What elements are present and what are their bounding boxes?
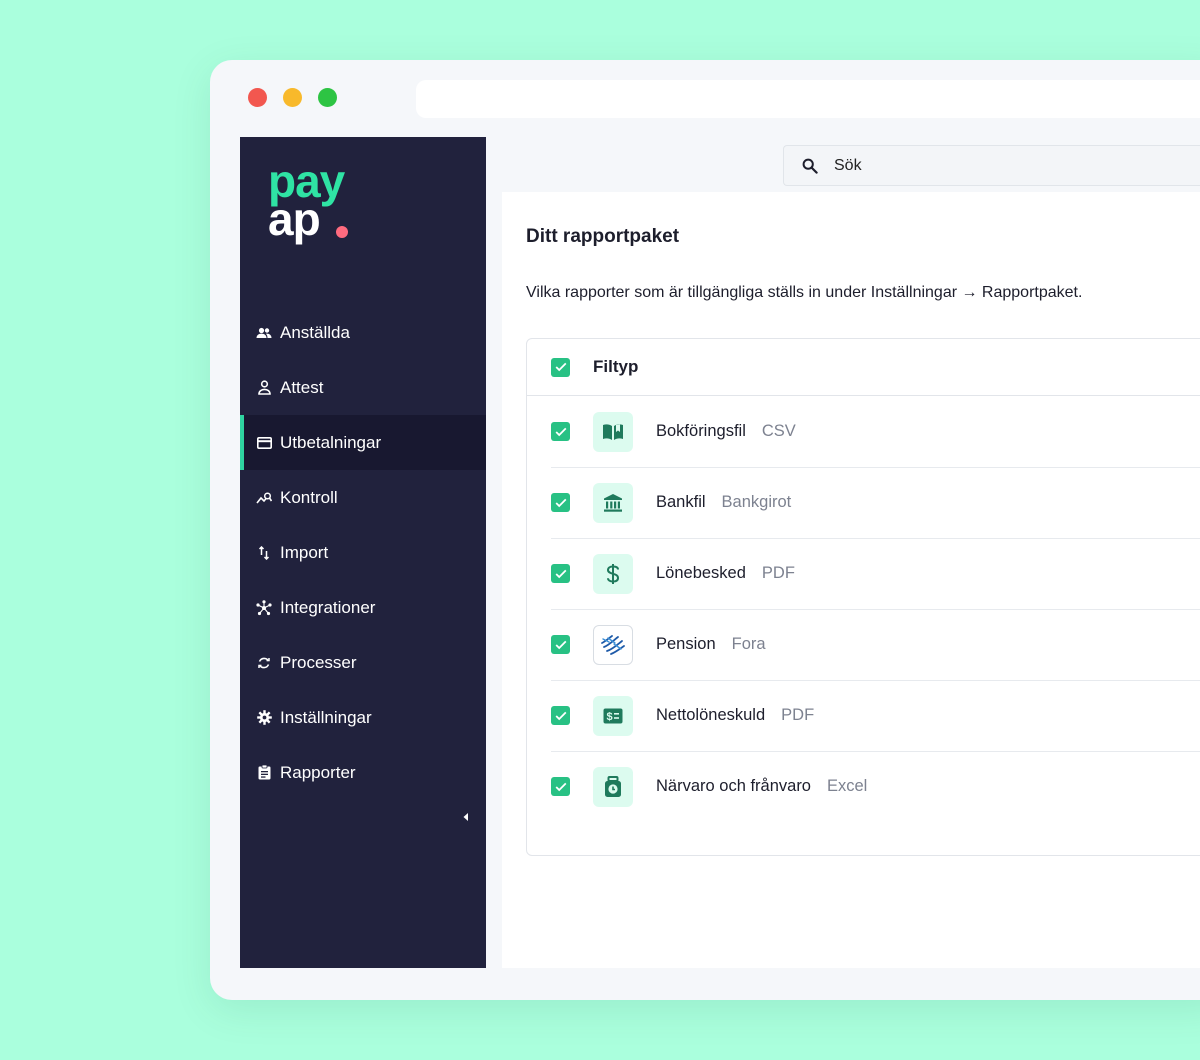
- trend-search-icon: [256, 490, 272, 506]
- sidebar-item-label: Processer: [280, 652, 357, 672]
- file-type: Fora: [731, 635, 766, 653]
- sidebar-item-label: Import: [280, 542, 329, 562]
- caret-left-icon: [463, 813, 468, 821]
- page-subtitle: Vilka rapporter som är tillgängliga stäl…: [526, 284, 1083, 301]
- sidebar-item-installningar[interactable]: Inställningar: [240, 690, 486, 745]
- sidebar-item-label: Utbetalningar: [280, 432, 382, 452]
- search-input[interactable]: [832, 155, 1136, 176]
- sync-icon: [256, 655, 272, 671]
- report-package-panel: Ditt rapportpaket Vilka rapporter som är…: [502, 192, 1200, 968]
- row-checkbox[interactable]: [551, 635, 570, 654]
- file-type: Bankgirot: [721, 493, 792, 511]
- table-row[interactable]: $ Nettolöneskuld PDF: [551, 680, 1200, 752]
- sidebar-item-label: Inställningar: [280, 707, 372, 727]
- file-type: PDF: [761, 564, 795, 582]
- table-row[interactable]: Pension Fora: [551, 609, 1200, 681]
- check-icon: [555, 640, 566, 649]
- table-row[interactable]: Bankfil Bankgirot: [551, 467, 1200, 539]
- sidebar-item-processer[interactable]: Processer: [240, 635, 486, 690]
- person-outline-icon: [256, 380, 272, 396]
- sidebar-item-label: Anställda: [280, 322, 350, 342]
- people-icon: [256, 325, 272, 341]
- page-title: Ditt rapportpaket: [526, 226, 680, 247]
- check-icon: [555, 782, 566, 791]
- row-checkbox[interactable]: [551, 422, 570, 441]
- check-icon: [555, 427, 566, 436]
- book-icon: [593, 411, 633, 452]
- sidebar-item-integrationer[interactable]: Integrationer: [240, 580, 486, 635]
- search-icon: [802, 158, 818, 174]
- money-bill-icon: $: [593, 695, 633, 736]
- file-type: CSV: [761, 422, 796, 440]
- table-row[interactable]: Bokföringsfil CSV: [551, 396, 1200, 468]
- table-header: Filtyp: [527, 339, 1200, 396]
- time-bag-icon: [593, 766, 633, 807]
- dollar-icon: [593, 553, 633, 594]
- address-bar[interactable]: [416, 80, 1200, 118]
- sidebar-item-label: Rapporter: [280, 762, 356, 782]
- table-row[interactable]: Lönebesked PDF: [551, 538, 1200, 610]
- sidebar-item-label: Integrationer: [280, 597, 376, 617]
- sidebar-item-utbetalningar[interactable]: Utbetalningar: [240, 415, 486, 470]
- check-icon: [555, 498, 566, 507]
- close-window-button[interactable]: [248, 88, 267, 107]
- file-name: Bankfil: [656, 493, 706, 511]
- sidebar-item-rapporter[interactable]: Rapporter: [240, 745, 486, 800]
- payap-logo[interactable]: pay ap: [268, 155, 378, 250]
- window-controls: [248, 88, 337, 107]
- file-name: Lönebesked: [656, 564, 746, 582]
- file-type-table: Filtyp Bokföringsfil CSV Bankfil Bankgir…: [526, 338, 1200, 856]
- search-bar[interactable]: [783, 145, 1200, 186]
- swap-vertical-icon: [256, 545, 272, 561]
- sidebar-item-kontroll[interactable]: Kontroll: [240, 470, 486, 525]
- sidebar: pay ap Anställda Attest Utbetalningar Ko…: [240, 137, 486, 968]
- check-icon: [555, 711, 566, 720]
- table-header-label: Filtyp: [593, 357, 639, 376]
- check-icon: [555, 362, 566, 372]
- hub-icon: [256, 599, 272, 616]
- sidebar-nav: Anställda Attest Utbetalningar Kontroll …: [240, 305, 486, 800]
- file-name: Pension: [656, 635, 716, 653]
- svg-text:$: $: [607, 711, 613, 723]
- collapse-sidebar-button[interactable]: [458, 809, 474, 825]
- maximize-window-button[interactable]: [318, 88, 337, 107]
- row-checkbox[interactable]: [551, 564, 570, 583]
- bank-icon: [593, 482, 633, 523]
- row-checkbox[interactable]: [551, 777, 570, 796]
- row-checkbox[interactable]: [551, 706, 570, 725]
- sidebar-item-import[interactable]: Import: [240, 525, 486, 580]
- file-name: Nettolöneskuld: [656, 706, 766, 724]
- table-row[interactable]: Närvaro och frånvaro Excel: [551, 751, 1200, 822]
- clipboard-icon: [256, 765, 272, 781]
- select-all-checkbox[interactable]: [551, 357, 570, 377]
- check-icon: [555, 569, 566, 578]
- sidebar-item-anstallda[interactable]: Anställda: [240, 305, 486, 360]
- file-name: Bokföringsfil: [656, 422, 746, 440]
- sidebar-item-attest[interactable]: Attest: [240, 360, 486, 415]
- sidebar-item-label: Kontroll: [280, 487, 338, 507]
- file-name: Närvaro och frånvaro: [656, 777, 811, 795]
- file-type: PDF: [781, 706, 815, 724]
- gear-icon: [256, 710, 272, 726]
- logo-text-line2: ap: [268, 193, 320, 245]
- card-icon: [256, 435, 272, 451]
- row-checkbox[interactable]: [551, 493, 570, 512]
- file-type: Excel: [827, 777, 868, 795]
- fora-logo-icon: [593, 624, 633, 665]
- minimize-window-button[interactable]: [283, 88, 302, 107]
- sidebar-item-label: Attest: [280, 377, 324, 397]
